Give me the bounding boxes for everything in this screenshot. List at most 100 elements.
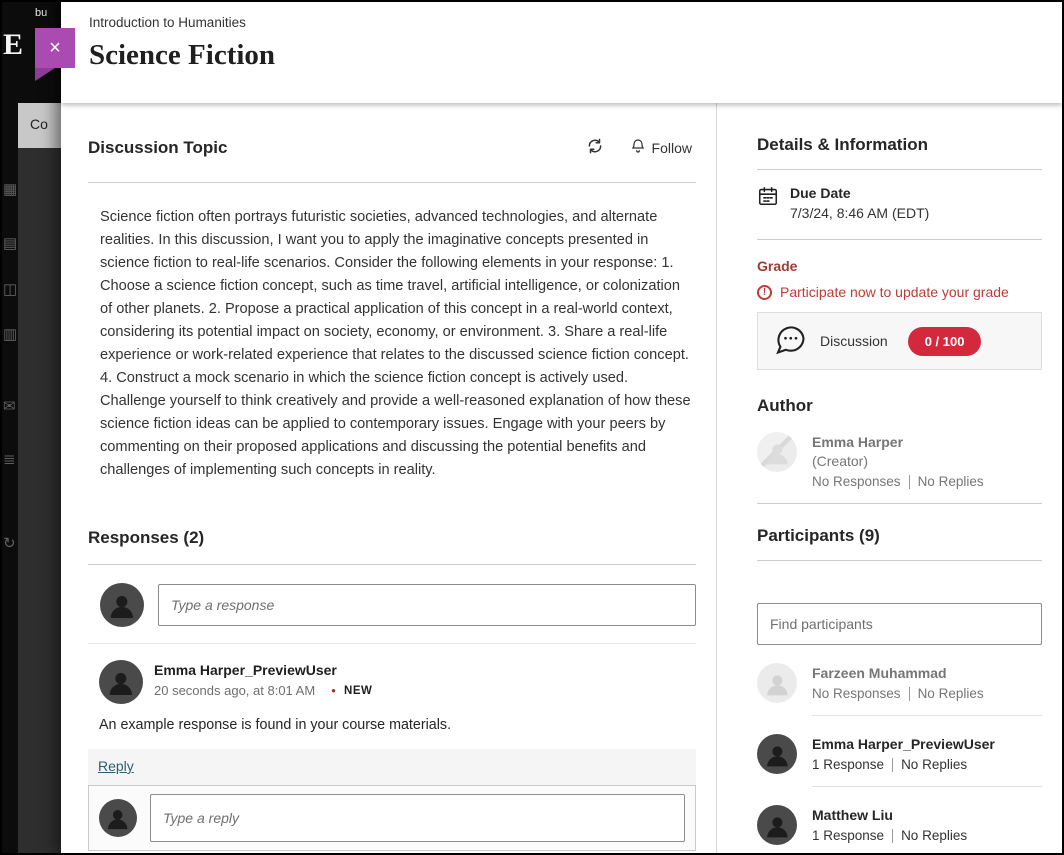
author-responses: No Responses	[812, 474, 901, 489]
divider	[757, 169, 1042, 170]
participant-name: Farzeen Muhammad	[812, 665, 1042, 681]
new-dot-icon: ●	[331, 686, 336, 695]
response-body: An example response is found in your cou…	[99, 717, 696, 733]
participant-name: Emma Harper_PreviewUser	[812, 736, 1042, 752]
document-icon: ▤	[3, 234, 17, 252]
list-item[interactable]: Farzeen Muhammad No Responses No Replies	[757, 645, 1042, 716]
divider	[757, 560, 1042, 561]
list-icon: ≣	[3, 450, 16, 468]
details-sidebar: Details & Information Due Date 7/3/24,	[716, 103, 1062, 853]
screen: bu E ▦ ▤ ◫ ▥ ✉ ≣ ↻ Co × Introduction to …	[0, 0, 1064, 855]
panel-header: Introduction to Humanities Science Ficti…	[61, 2, 1062, 103]
response-author: Emma Harper_PreviewUser	[154, 662, 372, 678]
avatar	[757, 734, 797, 774]
separator	[892, 758, 893, 772]
divider	[88, 564, 696, 565]
participant-replies: No Replies	[901, 757, 967, 772]
refresh-rail-icon: ↻	[3, 534, 16, 552]
participant-replies: No Replies	[901, 828, 967, 843]
discussion-topic-header: Discussion Topic	[88, 135, 696, 160]
details-title: Details & Information	[757, 135, 1042, 155]
person-icon	[763, 669, 792, 698]
discussion-topic-title: Discussion Topic	[88, 138, 228, 158]
background-logo-letter: E	[3, 28, 23, 62]
table-icon: ▥	[3, 325, 17, 343]
bell-icon	[630, 138, 646, 157]
participant-replies: No Replies	[918, 686, 984, 701]
panel-body: Discussion Topic	[61, 103, 1062, 853]
divider	[88, 182, 696, 183]
responses-title: Responses (2)	[88, 528, 696, 548]
reply-bar: Reply	[88, 749, 696, 785]
refresh-icon	[586, 137, 604, 158]
reply-link[interactable]: Reply	[98, 758, 134, 774]
participant-list: Farzeen Muhammad No Responses No Replies	[757, 645, 1042, 853]
divider	[757, 239, 1042, 240]
divider	[757, 503, 1042, 504]
background-rail: bu E ▦ ▤ ◫ ▥ ✉ ≣ ↻ Co	[2, 2, 61, 853]
author-title: Author	[757, 396, 1042, 416]
background-tab-label: Co	[30, 116, 48, 132]
response-input[interactable]	[158, 584, 696, 626]
find-participants-input[interactable]	[757, 603, 1042, 645]
author-role: (Creator)	[812, 453, 984, 469]
calendar-icon	[757, 185, 779, 221]
grid-icon: ▦	[3, 180, 17, 198]
list-item[interactable]: Emma Harper_PreviewUser 1 Response No Re…	[757, 716, 1042, 787]
background-lower-area	[18, 148, 61, 853]
participant-responses: 1 Response	[812, 757, 884, 772]
response-timestamp: 20 seconds ago, at 8:01 AM	[154, 683, 315, 698]
author-row: Emma Harper (Creator) No Responses No Re…	[757, 432, 1042, 489]
person-icon	[105, 666, 137, 698]
grade-score-pill: 0 / 100	[908, 327, 982, 356]
grade-label: Grade	[757, 258, 1042, 274]
refresh-button[interactable]	[582, 135, 608, 160]
due-date-value: 7/3/24, 8:46 AM (EDT)	[790, 205, 929, 221]
avatar	[100, 583, 144, 627]
page-title: Science Fiction	[89, 39, 1062, 72]
avatar	[757, 663, 797, 703]
due-date-label: Due Date	[790, 185, 929, 201]
response-item: Emma Harper_PreviewUser 20 seconds ago, …	[88, 660, 696, 733]
discussion-chat-icon	[772, 321, 808, 362]
due-date-row: Due Date 7/3/24, 8:46 AM (EDT)	[757, 185, 1042, 225]
reply-composer	[88, 785, 696, 851]
separator	[909, 687, 910, 701]
author-replies: No Replies	[918, 474, 984, 489]
person-icon	[763, 740, 792, 769]
person-icon	[763, 811, 792, 840]
author-name: Emma Harper	[812, 434, 984, 450]
discussion-panel: Introduction to Humanities Science Ficti…	[61, 2, 1062, 853]
close-panel-button[interactable]: ×	[35, 28, 75, 68]
participants-title: Participants (9)	[757, 526, 1042, 546]
grade-alert: Participate now to update your grade	[757, 284, 1042, 300]
panel-icon: ◫	[3, 280, 17, 298]
participant-name: Matthew Liu	[812, 807, 1042, 823]
avatar	[99, 660, 143, 704]
grade-item-label: Discussion	[820, 333, 888, 349]
person-icon	[104, 804, 131, 831]
avatar	[757, 805, 797, 845]
discussion-prompt: Science fiction often portrays futuristi…	[100, 206, 696, 482]
new-badge: NEW	[344, 685, 372, 697]
participant-responses: No Responses	[812, 686, 901, 701]
breadcrumb-course-name: Introduction to Humanities	[89, 15, 1062, 30]
grade-alert-text: Participate now to update your grade	[780, 284, 1009, 300]
response-composer	[100, 583, 696, 627]
person-icon	[763, 438, 792, 467]
alert-icon	[757, 285, 772, 300]
person-icon	[106, 589, 138, 621]
follow-button[interactable]: Follow	[626, 136, 696, 159]
avatar	[757, 432, 797, 472]
list-item[interactable]: Matthew Liu 1 Response No Replies	[757, 787, 1042, 853]
follow-label: Follow	[652, 140, 692, 156]
divider	[88, 643, 696, 644]
separator	[909, 475, 910, 489]
grade-summary-box: Discussion 0 / 100	[757, 312, 1042, 370]
avatar	[99, 799, 137, 837]
separator	[892, 829, 893, 843]
mail-icon: ✉	[3, 397, 16, 415]
participant-responses: 1 Response	[812, 828, 884, 843]
background-tab-content[interactable]: Co	[18, 103, 61, 148]
reply-input[interactable]	[150, 794, 685, 842]
